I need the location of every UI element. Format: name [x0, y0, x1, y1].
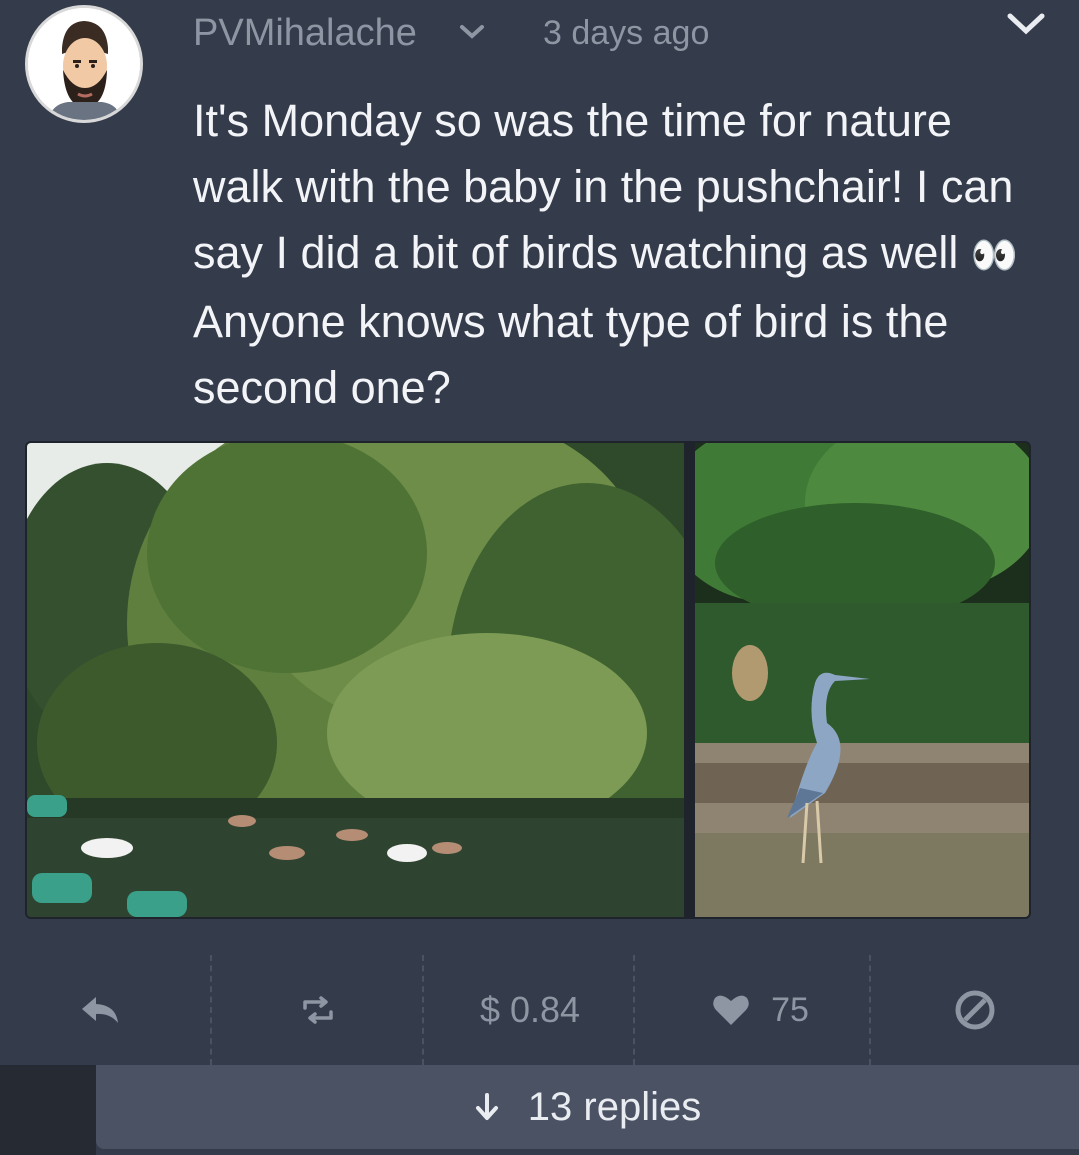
like-count: 75 — [771, 990, 809, 1029]
username-link[interactable]: PVMihalache — [193, 12, 417, 55]
replies-label: 13 replies — [527, 1084, 702, 1129]
chevron-down-icon[interactable] — [458, 22, 486, 42]
heron-on-log-photo[interactable] — [695, 443, 1029, 917]
reply-button[interactable] — [40, 955, 160, 1065]
swans-on-pond-photo[interactable] — [27, 443, 684, 917]
mute-button[interactable] — [915, 955, 1035, 1065]
divider — [633, 955, 635, 1065]
avatar[interactable] — [25, 5, 143, 123]
payout-button[interactable]: $ 0.84 — [440, 955, 620, 1065]
arrow-down-icon — [475, 1093, 498, 1120]
eyes-emoji-icon: 👀 — [970, 235, 1019, 278]
image-gallery — [25, 441, 1031, 919]
reblog-button[interactable] — [258, 955, 378, 1065]
action-bar: $ 0.84 75 — [0, 955, 1079, 1065]
post-text-part-1: It's Monday so was the time for nature w… — [193, 95, 1014, 278]
divider — [210, 955, 212, 1065]
payout-amount: $ 0.84 — [479, 989, 581, 1030]
show-replies-button[interactable]: 13 replies — [96, 1065, 1079, 1149]
divider — [869, 955, 871, 1065]
post-text-part-2: Anyone knows what type of bird is the se… — [193, 296, 949, 414]
reblog-icon — [303, 996, 333, 1024]
menu-chevron-icon[interactable] — [1005, 10, 1047, 38]
divider — [422, 955, 424, 1065]
post-card: PVMihalache 3 days ago It's Monday so wa… — [0, 0, 1079, 1155]
thread-strip — [0, 1065, 96, 1155]
block-icon — [955, 990, 995, 1030]
post-body: It's Monday so was the time for nature w… — [193, 88, 1053, 421]
like-button[interactable]: 75 — [680, 955, 840, 1065]
reply-arrow-icon — [82, 997, 118, 1023]
timestamp[interactable]: 3 days ago — [543, 14, 709, 53]
heart-icon — [713, 995, 749, 1025]
